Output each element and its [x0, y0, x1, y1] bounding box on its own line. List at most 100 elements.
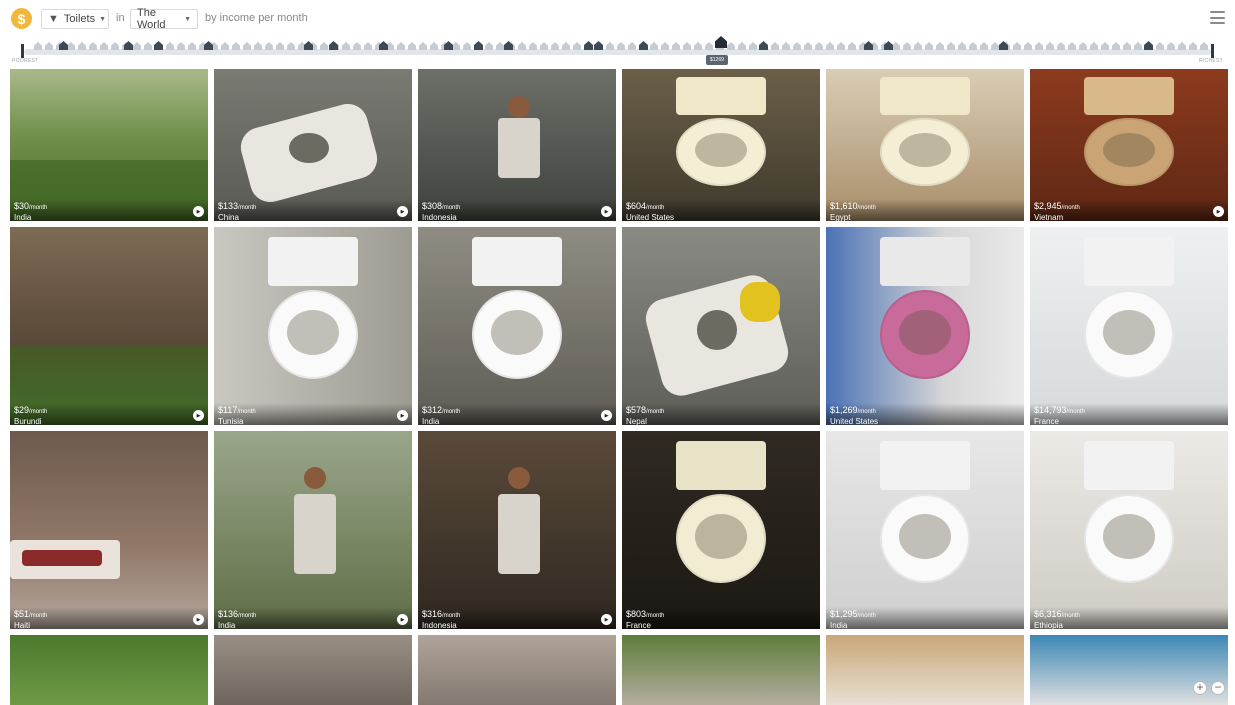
home-marker-icon[interactable]: [683, 42, 691, 50]
home-marker-icon[interactable]: [353, 42, 361, 50]
home-marker-icon[interactable]: [342, 42, 350, 50]
home-marker-icon[interactable]: [705, 42, 713, 50]
home-marker-icon[interactable]: [815, 42, 823, 50]
home-marker-icon[interactable]: [1057, 42, 1065, 50]
home-marker-icon[interactable]: [1123, 42, 1131, 50]
home-marker-icon[interactable]: [177, 42, 185, 50]
home-marker-icon[interactable]: [265, 42, 273, 50]
home-marker-icon[interactable]: [914, 42, 922, 50]
home-marker-icon[interactable]: [1156, 42, 1164, 50]
zoom-out-button[interactable]: −: [1211, 681, 1225, 695]
home-marker-icon[interactable]: [617, 42, 625, 50]
range-handle-left[interactable]: [21, 44, 24, 58]
home-marker-icon[interactable]: [1046, 42, 1054, 50]
home-marker-icon[interactable]: [430, 42, 438, 50]
dollar-logo-icon[interactable]: $: [11, 8, 32, 29]
home-marker-icon[interactable]: [329, 41, 338, 50]
play-icon[interactable]: ▶: [193, 614, 204, 625]
home-marker-icon[interactable]: [504, 41, 513, 50]
home-photo-card[interactable]: [214, 635, 412, 705]
home-marker-icon[interactable]: [287, 42, 295, 50]
place-selector[interactable]: The World ▼: [130, 7, 198, 31]
home-marker-icon[interactable]: [144, 42, 152, 50]
home-photo-card[interactable]: $604/month United States: [622, 69, 820, 221]
home-marker-icon[interactable]: [749, 42, 757, 50]
home-marker-icon[interactable]: [188, 42, 196, 50]
home-marker-icon[interactable]: [925, 42, 933, 50]
thing-selector[interactable]: ▼ Toilets ▼: [41, 9, 109, 29]
home-marker-icon[interactable]: [584, 41, 593, 50]
play-icon[interactable]: ▶: [1213, 206, 1224, 217]
home-marker-icon[interactable]: [221, 42, 229, 50]
home-marker-icon[interactable]: [320, 42, 328, 50]
home-marker-icon[interactable]: [204, 41, 213, 50]
home-marker-icon[interactable]: [485, 42, 493, 50]
home-marker-icon[interactable]: [947, 42, 955, 50]
home-photo-card[interactable]: [10, 635, 208, 705]
home-marker-icon[interactable]: [771, 42, 779, 50]
home-marker-icon[interactable]: [837, 42, 845, 50]
home-marker-icon[interactable]: [804, 42, 812, 50]
home-photo-card[interactable]: $1,269/month United States: [826, 227, 1024, 425]
home-photo-card[interactable]: [826, 635, 1024, 705]
home-marker-icon[interactable]: [540, 42, 548, 50]
home-marker-icon[interactable]: [1035, 42, 1043, 50]
home-marker-icon[interactable]: [661, 42, 669, 50]
home-photo-card[interactable]: $308/month Indonesia ▶: [418, 69, 616, 221]
home-marker-icon[interactable]: [452, 42, 460, 50]
play-icon[interactable]: ▶: [193, 410, 204, 421]
home-photo-card[interactable]: $1,610/month Egypt: [826, 69, 1024, 221]
home-marker-icon[interactable]: [133, 42, 141, 50]
home-marker-icon[interactable]: [1134, 42, 1142, 50]
home-marker-icon[interactable]: [154, 41, 163, 50]
home-marker-icon[interactable]: [1079, 42, 1087, 50]
home-marker-icon[interactable]: [969, 42, 977, 50]
home-photo-card[interactable]: $6,316/month Ethiopia: [1030, 431, 1228, 629]
home-marker-icon[interactable]: [991, 42, 999, 50]
home-marker-icon[interactable]: [474, 41, 483, 50]
home-marker-icon[interactable]: [463, 42, 471, 50]
home-marker-icon[interactable]: [397, 42, 405, 50]
home-marker-icon[interactable]: [254, 42, 262, 50]
hamburger-menu-icon[interactable]: [1210, 11, 1225, 24]
play-icon[interactable]: ▶: [193, 206, 204, 217]
home-marker-icon[interactable]: [166, 42, 174, 50]
home-marker-icon[interactable]: [694, 42, 702, 50]
home-marker-icon[interactable]: [496, 42, 504, 50]
home-marker-icon[interactable]: [999, 41, 1008, 50]
home-marker-icon[interactable]: [980, 42, 988, 50]
home-marker-icon[interactable]: [89, 42, 97, 50]
home-photo-card[interactable]: $30/month India ▶: [10, 69, 208, 221]
home-marker-icon[interactable]: [1112, 42, 1120, 50]
home-marker-icon[interactable]: [606, 42, 614, 50]
home-marker-icon[interactable]: [1178, 42, 1186, 50]
home-marker-icon[interactable]: [529, 42, 537, 50]
home-marker-icon[interactable]: [518, 42, 526, 50]
home-marker-icon[interactable]: [419, 42, 427, 50]
home-marker-icon[interactable]: [232, 42, 240, 50]
home-photo-card[interactable]: $578/month Nepal: [622, 227, 820, 425]
home-marker-icon[interactable]: [793, 42, 801, 50]
home-marker-icon[interactable]: [276, 42, 284, 50]
home-photo-card[interactable]: [622, 635, 820, 705]
home-marker-icon[interactable]: [1200, 42, 1208, 50]
home-photo-card[interactable]: $29/month Burundi ▶: [10, 227, 208, 425]
home-marker-icon[interactable]: [936, 42, 944, 50]
home-marker-icon[interactable]: [727, 42, 735, 50]
home-marker-icon[interactable]: [1167, 42, 1175, 50]
home-marker-icon[interactable]: [759, 41, 768, 50]
home-marker-icon[interactable]: [243, 42, 251, 50]
home-marker-icon[interactable]: [738, 42, 746, 50]
play-icon[interactable]: ▶: [601, 206, 612, 217]
home-photo-card[interactable]: $14,793/month France: [1030, 227, 1228, 425]
play-icon[interactable]: ▶: [601, 410, 612, 421]
home-marker-icon[interactable]: [639, 41, 648, 50]
home-marker-icon[interactable]: [551, 42, 559, 50]
home-marker-icon[interactable]: [1013, 42, 1021, 50]
play-icon[interactable]: ▶: [601, 614, 612, 625]
home-marker-icon[interactable]: [67, 42, 75, 50]
home-marker-icon[interactable]: [1068, 42, 1076, 50]
zoom-in-button[interactable]: +: [1193, 681, 1207, 695]
play-icon[interactable]: ▶: [397, 206, 408, 217]
home-photo-card[interactable]: [418, 635, 616, 705]
